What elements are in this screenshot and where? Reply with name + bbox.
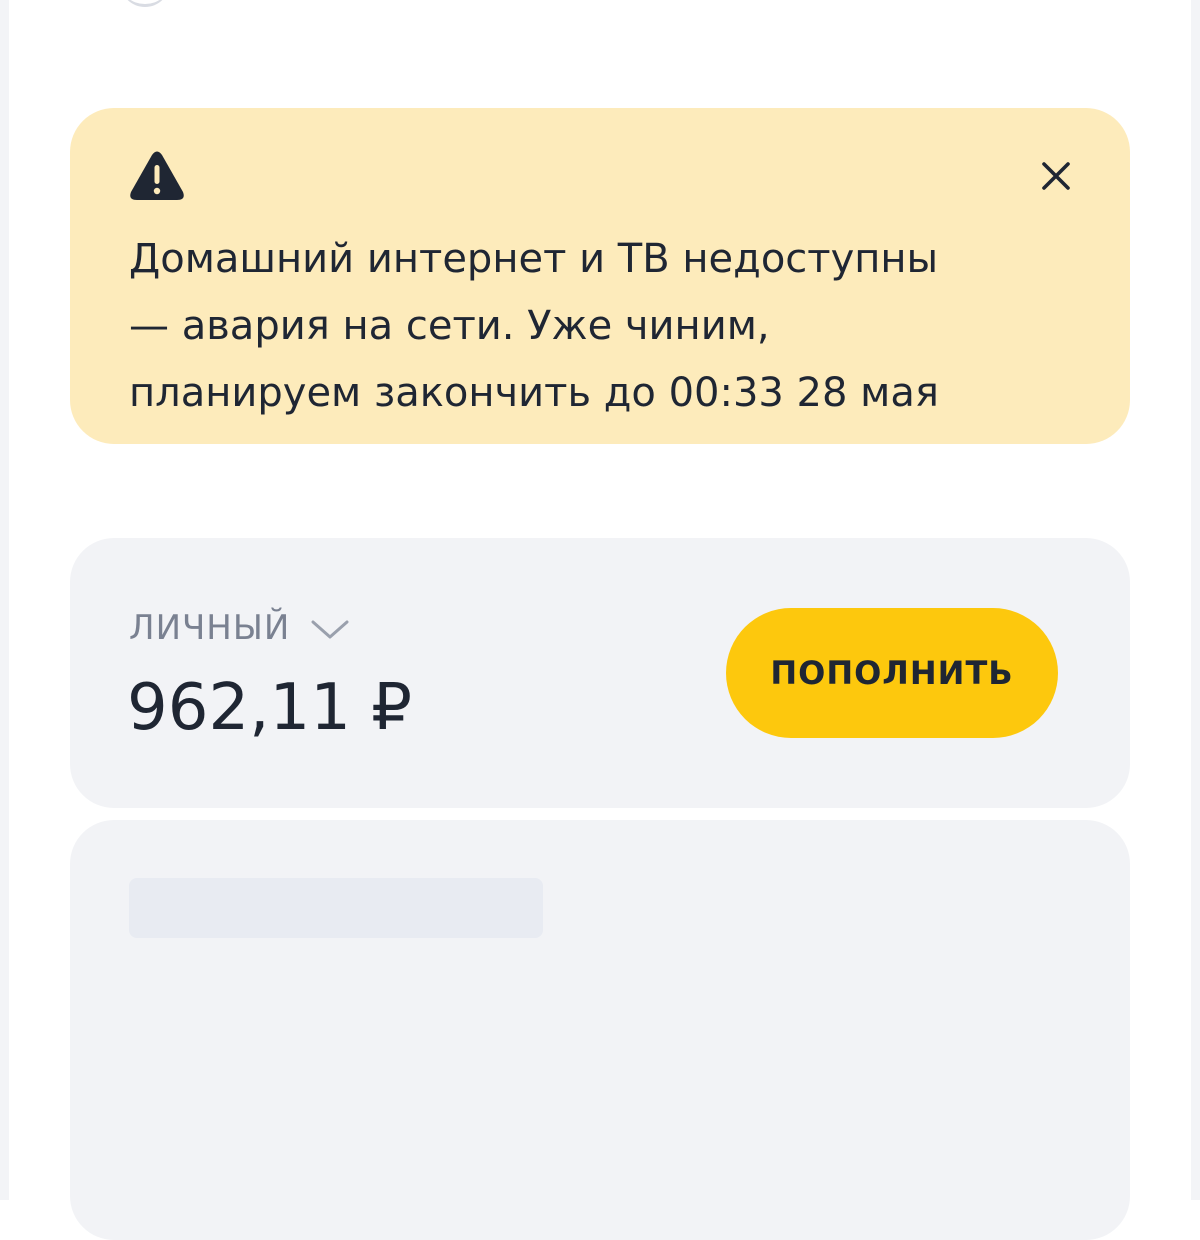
outage-alert-banner: Домашний интернет и ТВ недоступны — авар… bbox=[70, 108, 1130, 444]
services-card-loading bbox=[70, 820, 1130, 1240]
balance-card: ЛИЧНЫЙ 962,11 ₽ ПОПОЛНИТЬ bbox=[70, 538, 1130, 808]
alert-message: Домашний интернет и ТВ недоступны — авар… bbox=[129, 236, 939, 416]
account-type-label: ЛИЧНЫЙ bbox=[129, 608, 291, 648]
close-alert-button[interactable] bbox=[1026, 148, 1086, 208]
top-partial-element bbox=[120, 0, 170, 7]
balance-amount: 962,11 ₽ bbox=[127, 671, 412, 745]
skeleton-placeholder bbox=[129, 878, 543, 938]
left-edge bbox=[0, 0, 9, 1200]
chevron-down-icon bbox=[310, 619, 350, 641]
warning-icon bbox=[129, 150, 185, 202]
account-selector[interactable]: ЛИЧНЫЙ bbox=[129, 608, 350, 648]
topup-button[interactable]: ПОПОЛНИТЬ bbox=[726, 608, 1058, 738]
close-icon bbox=[1041, 161, 1071, 195]
right-edge bbox=[1191, 0, 1200, 1200]
